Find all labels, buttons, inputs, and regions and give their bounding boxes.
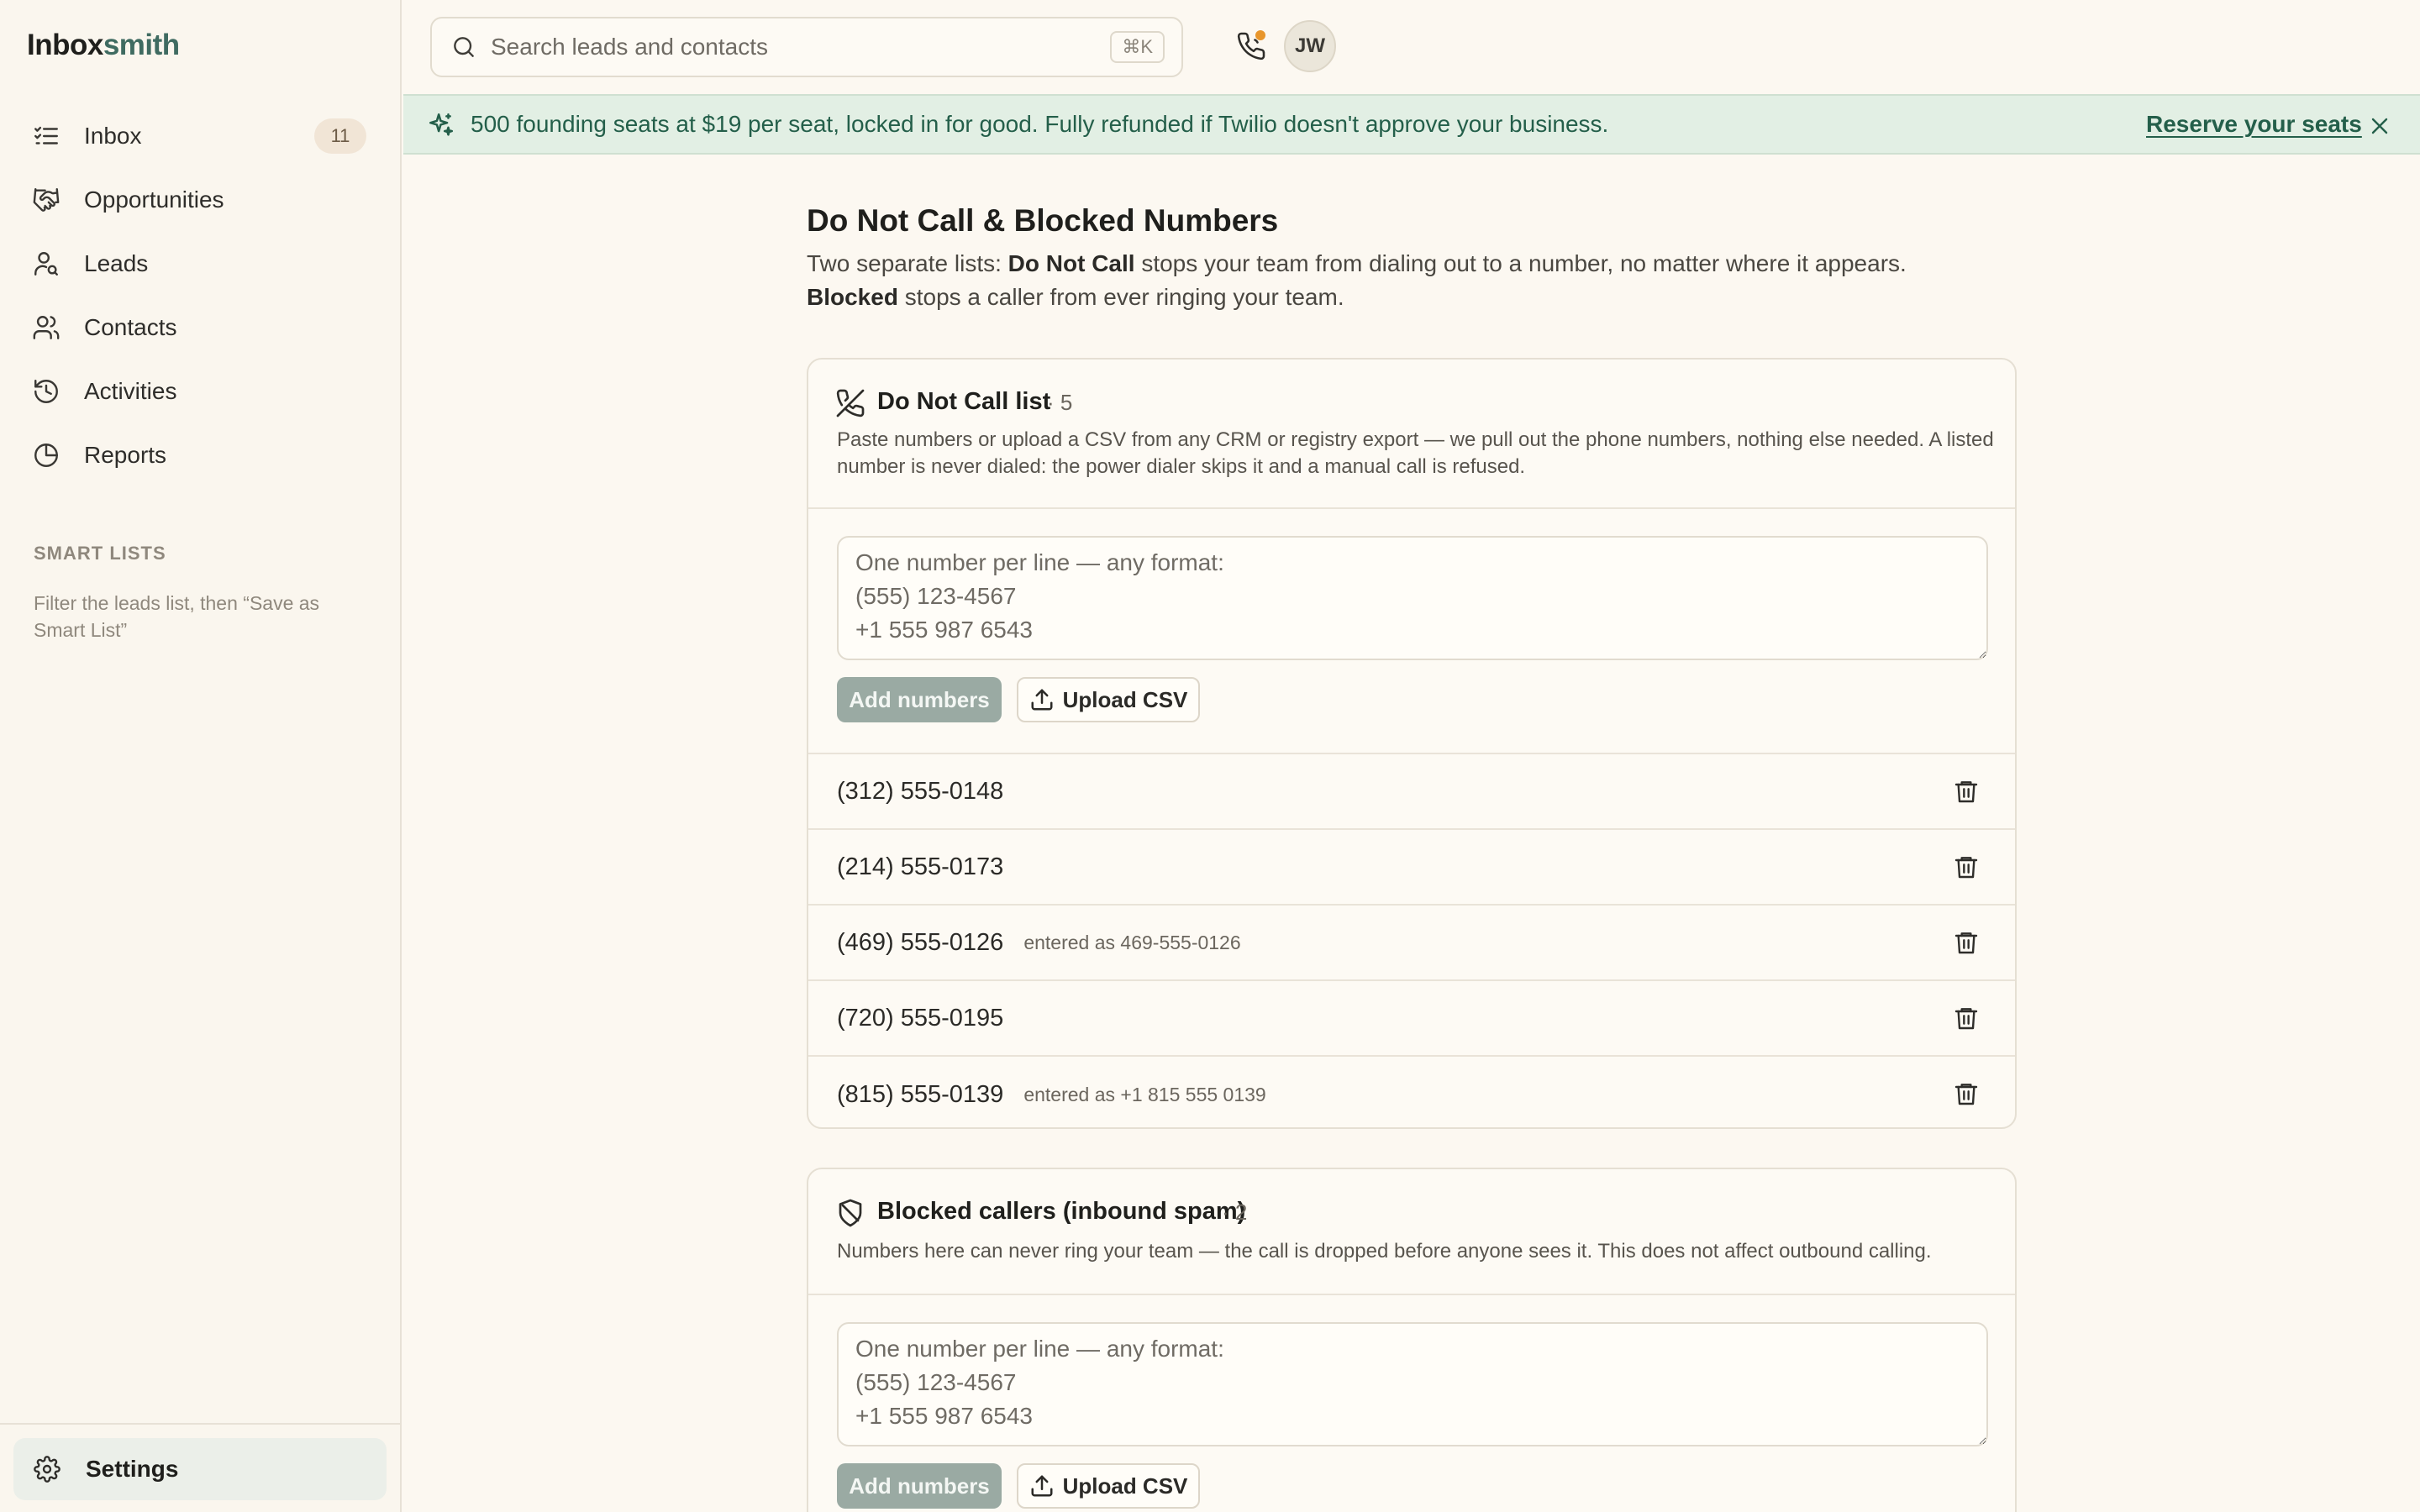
sidebar-item-inbox[interactable]: Inbox 11	[13, 106, 388, 166]
blocked-callers-card: Blocked callers (inbound spam) · 2 Numbe…	[807, 1168, 2017, 1512]
phone-number: (815) 555-0139	[837, 1080, 1004, 1108]
sidebar-item-label: Activities	[84, 378, 177, 404]
shield-off-icon	[839, 1199, 862, 1227]
page-desc-bold: Blocked	[807, 284, 898, 310]
trash-icon[interactable]	[1953, 1080, 1980, 1107]
avatar[interactable]: JW	[1284, 20, 1336, 72]
dnc-entry-form: Add numbers Upload CSV	[808, 509, 2015, 754]
card-header: Do Not Call list · 5 Paste numbers or up…	[808, 360, 2015, 509]
history-icon	[34, 380, 58, 403]
sidebar-item-label: Inbox	[84, 123, 142, 149]
phone-number: (214) 555-0173	[837, 853, 1004, 880]
users-icon	[33, 316, 60, 339]
phone-number: (312) 555-0148	[837, 777, 1004, 805]
dnc-upload-csv-button[interactable]: Upload CSV	[1017, 677, 1200, 722]
card-header: Blocked callers (inbound spam) · 2 Numbe…	[808, 1169, 2015, 1295]
blocked-count: · 2	[1222, 1200, 1248, 1225]
blocked-description: Numbers here can never ring your team — …	[837, 1240, 1932, 1263]
search-icon	[454, 37, 474, 57]
dnc-number-row: (720) 555-0195	[808, 981, 2015, 1057]
upload-icon	[1031, 689, 1053, 711]
blocked-upload-csv-button[interactable]: Upload CSV	[1017, 1463, 1200, 1509]
dnc-description: Paste numbers or upload a CSV from any C…	[837, 428, 1994, 478]
sparkles-icon	[429, 113, 454, 136]
brand-name: Inbox	[27, 29, 103, 61]
blocked-numbers-input[interactable]	[837, 1322, 1988, 1446]
sidebar-item-label: Leads	[84, 250, 149, 276]
handshake-icon	[33, 188, 60, 212]
sidebar-item-reports[interactable]: Reports	[13, 425, 388, 486]
page-title: Do Not Call & Blocked Numbers	[807, 203, 1279, 238]
sidebar-item-activities[interactable]: Activities	[13, 361, 388, 422]
settings-label: Settings	[86, 1456, 179, 1482]
phone-number: (720) 555-0195	[837, 1004, 1004, 1032]
dnc-number-list: (312) 555-0148 (214) 555-0173 (469) 555-…	[808, 754, 2015, 1127]
dnc-number-row: (214) 555-0173	[808, 830, 2015, 906]
dnc-number-row: (469) 555-0126 entered as 469-555-0126	[808, 906, 2015, 981]
blocked-add-numbers-button[interactable]: Add numbers	[837, 1463, 1002, 1509]
pie-chart-icon	[34, 444, 58, 467]
upload-csv-label: Upload CSV	[1062, 1473, 1188, 1499]
sidebar-item-settings[interactable]: Settings	[13, 1438, 387, 1500]
trash-icon[interactable]	[1953, 1005, 1980, 1032]
phone-off-icon	[836, 389, 865, 417]
sidebar-item-opportunities[interactable]: Opportunities	[13, 170, 388, 230]
search-box[interactable]: ⌘K	[430, 17, 1183, 77]
blocked-entry-form: Add numbers Upload CSV	[808, 1295, 2015, 1512]
user-search-icon	[34, 252, 58, 276]
sidebar: Inboxsmith Inbox 11 Opportunities Leads	[0, 0, 402, 1512]
page-desc-part: stops a caller from ever ringing your te…	[897, 284, 1344, 310]
dnc-number-row: (815) 555-0139 entered as +1 815 555 013…	[808, 1057, 2015, 1127]
search-shortcut-hint: ⌘K	[1110, 31, 1165, 63]
dnc-numbers-input[interactable]	[837, 536, 1988, 660]
upload-csv-label: Upload CSV	[1062, 686, 1188, 712]
sidebar-item-leads[interactable]: Leads	[13, 234, 388, 294]
sidebar-item-label: Reports	[84, 442, 167, 468]
sidebar-footer: Settings	[0, 1423, 400, 1512]
notification-dot	[1255, 30, 1265, 40]
dnc-number-row: (312) 555-0148	[808, 754, 2015, 830]
trash-icon[interactable]	[1953, 929, 1980, 956]
sidebar-item-label: Contacts	[84, 314, 177, 340]
inbox-list-icon	[34, 126, 58, 144]
sidebar-item-label: Opportunities	[84, 186, 224, 213]
page-desc-bold: Do Not Call	[1007, 250, 1135, 276]
sidebar-nav: Inbox 11 Opportunities Leads Contacts Ac…	[13, 106, 388, 489]
brand-logo[interactable]: Inboxsmith	[27, 29, 180, 62]
page-desc-part: stops your team from dialing out to a nu…	[1134, 250, 1907, 276]
dnc-add-numbers-button[interactable]: Add numbers	[837, 677, 1002, 722]
page-desc-part: Two separate lists:	[807, 250, 1008, 276]
page-description: Two separate lists: Do Not Call stops yo…	[807, 247, 2000, 314]
reserve-seats-link[interactable]: Reserve your seats	[2146, 111, 2362, 138]
trash-icon[interactable]	[1953, 853, 1980, 880]
inbox-count-badge: 11	[314, 118, 366, 154]
gear-icon	[34, 1456, 60, 1483]
dnc-count: · 5	[1047, 390, 1073, 415]
entered-as-note: entered as +1 815 555 0139	[1023, 1083, 1266, 1105]
search-input[interactable]	[491, 34, 1111, 60]
brand-name-accent: smith	[103, 29, 180, 61]
do-not-call-card: Do Not Call list · 5 Paste numbers or up…	[807, 358, 2017, 1129]
trash-icon[interactable]	[1953, 778, 1980, 805]
sidebar-item-contacts[interactable]: Contacts	[13, 297, 388, 358]
phone-number: (469) 555-0126	[837, 928, 1004, 956]
banner-text: 500 founding seats at $19 per seat, lock…	[471, 111, 1609, 137]
promo-banner: 500 founding seats at $19 per seat, lock…	[403, 94, 2420, 155]
smart-lists-heading: SMART LISTS	[34, 543, 166, 564]
dnc-title: Do Not Call list	[877, 388, 1051, 415]
dialer-button[interactable]	[1230, 25, 1272, 67]
entered-as-note: entered as 469-555-0126	[1023, 931, 1241, 953]
close-icon[interactable]	[2366, 113, 2393, 139]
upload-icon	[1031, 1475, 1053, 1497]
topbar: ⌘K JW	[403, 0, 2420, 94]
blocked-title: Blocked callers (inbound spam)	[877, 1198, 1246, 1225]
smart-lists-hint: Filter the leads list, then “Save as Sma…	[34, 592, 320, 641]
